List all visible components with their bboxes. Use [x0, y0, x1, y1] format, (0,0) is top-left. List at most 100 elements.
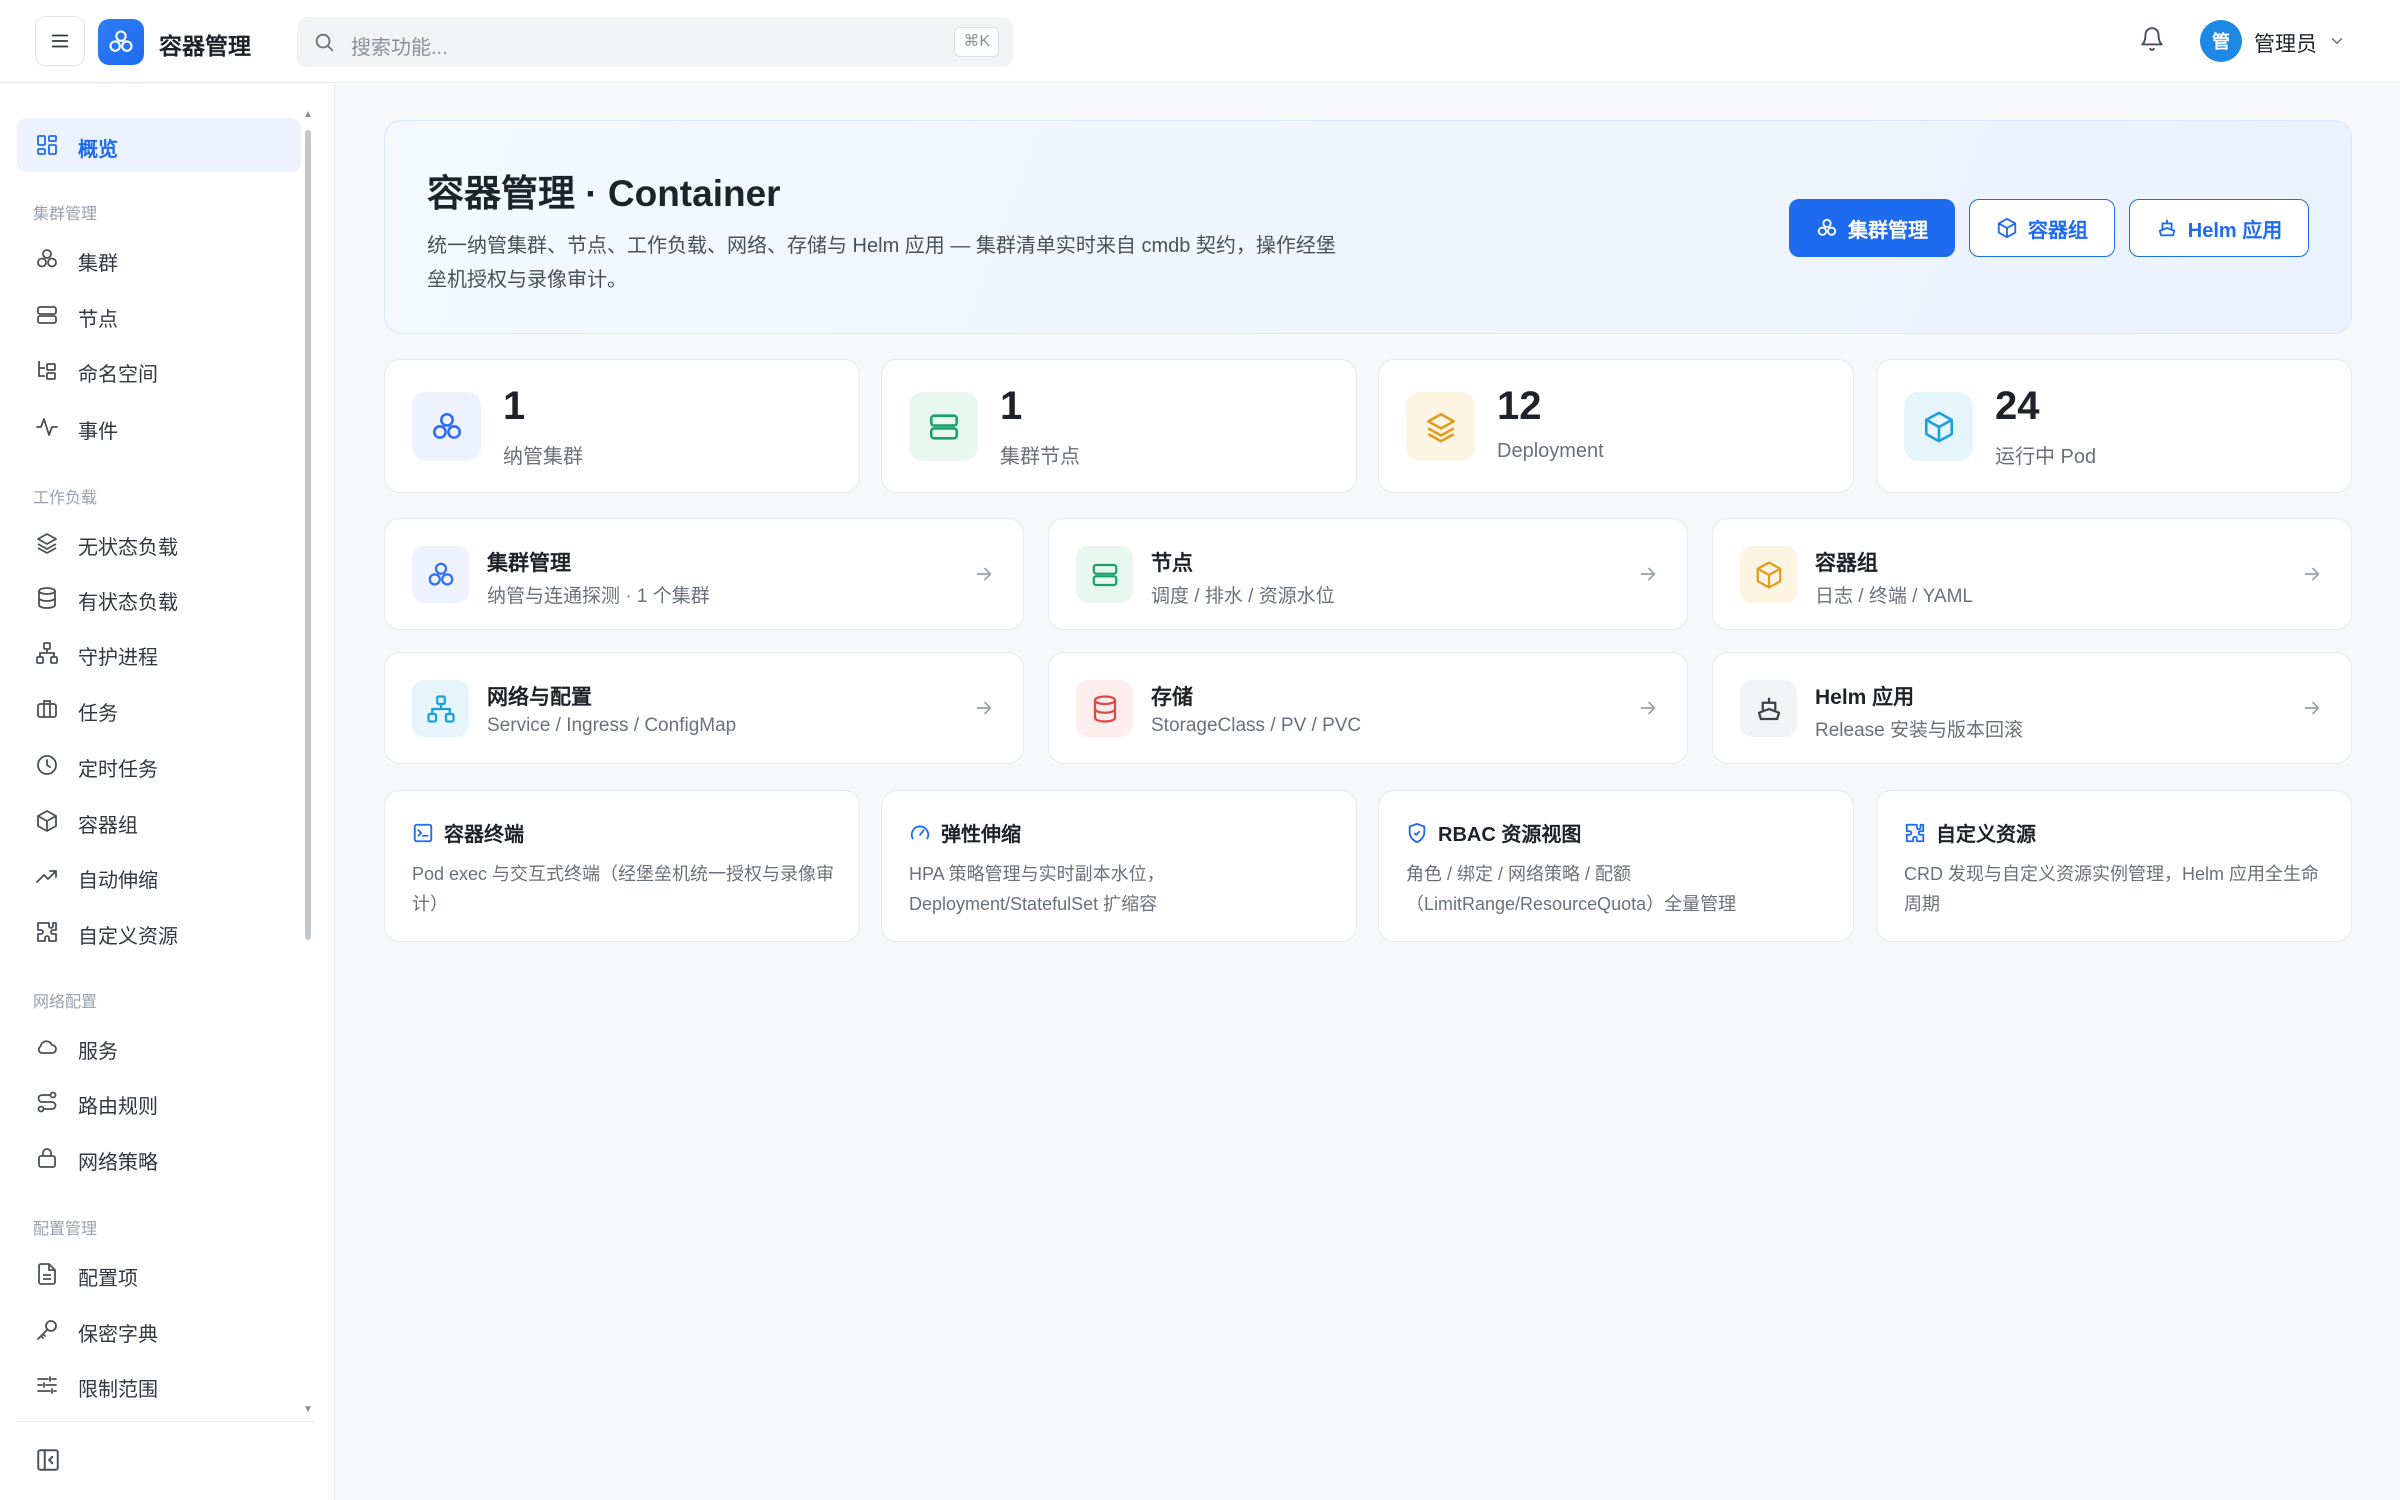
sidebar-item-secret[interactable]: 保密字典 [17, 1303, 301, 1357]
module-card-cluster[interactable]: 集群管理 纳管与连通探测 · 1 个集群 [384, 518, 1024, 630]
module-title: 容器组 [1815, 552, 1878, 575]
scroll-down-arrow[interactable]: ▼ [303, 1404, 313, 1415]
key-icon [37, 1320, 57, 1340]
stat-icon-box [1406, 392, 1475, 461]
sidebar-item-label: 定时任务 [78, 759, 158, 781]
page-title: 容器管理 · Container [427, 173, 781, 214]
sidebar-item-label: 限制范围 [78, 1379, 158, 1401]
sidebar-item-service[interactable]: 服务 [17, 1020, 301, 1074]
feature-card-rbac[interactable]: RBAC 资源视图 角色 / 绑定 / 网络策略 / 配额（LimitRange… [1378, 790, 1854, 942]
feature-card-crd[interactable]: 自定义资源 CRD 发现与自定义资源实例管理，Helm 应用全生命周期 [1876, 790, 2352, 942]
sidebar-item-overview[interactable]: 概览 [17, 118, 301, 172]
user-name[interactable]: 管理员 [2254, 28, 2317, 58]
sidebar-item-crd[interactable]: 自定义资源 [17, 905, 301, 959]
shield-check-icon [1408, 822, 1426, 843]
sidebar-collapse-icon[interactable] [35, 1447, 61, 1473]
sidebar-item-limitrange[interactable]: 限制范围 [17, 1358, 301, 1412]
feature-description: HPA 策略管理与实时副本水位，Deployment/StatefulSet 扩… [909, 864, 1165, 914]
module-subtitle: StorageClass / PV / PVC [1151, 715, 1362, 736]
module-title: 网络与配置 [487, 686, 592, 709]
feature-header: 容器终端 [412, 818, 524, 847]
bell-icon[interactable] [2139, 26, 2165, 52]
sidebar-item-pod[interactable]: 容器组 [17, 794, 301, 848]
sidebar-item-label: 事件 [78, 421, 118, 443]
server-icon [37, 306, 57, 324]
sidebar-item-label: 网络策略 [78, 1152, 158, 1174]
database-icon [38, 587, 56, 609]
sidebar-item-configmap[interactable]: 配置项 [17, 1247, 301, 1301]
feature-title: 弹性伸缩 [941, 824, 1021, 846]
sidebar-item-cronjob[interactable]: 定时任务 [17, 738, 301, 792]
module-card-node[interactable]: 节点 调度 / 排水 / 资源水位 [1048, 518, 1688, 630]
module-card-pod[interactable]: 容器组 日志 / 终端 / YAML [1712, 518, 2352, 630]
folder-tree-icon [38, 361, 56, 380]
sidebar-item-cluster[interactable]: 集群 [17, 232, 301, 286]
sidebar-item-hpa[interactable]: 自动伸缩 [17, 849, 301, 903]
helm-app-button[interactable]: Helm 应用 [2129, 199, 2309, 257]
sidebar-item-label: 集群 [78, 253, 118, 275]
arrow-right-icon [2304, 701, 2320, 715]
sidebar-item-daemonset[interactable]: 守护进程 [17, 626, 301, 680]
sidebar-item-statefulset[interactable]: 有状态负载 [17, 571, 301, 625]
cluster-icon [1817, 218, 1837, 236]
feature-header: 自定义资源 [1904, 818, 2036, 847]
module-subtitle: 纳管与连通探测 · 1 个集群 [487, 586, 710, 607]
feature-title: RBAC 资源视图 [1438, 824, 1582, 846]
module-card-network[interactable]: 网络与配置 Service / Ingress / ConfigMap [384, 652, 1024, 764]
module-subtitle: 日志 / 终端 / YAML [1815, 586, 1974, 607]
module-card-storage[interactable]: 存储 StorageClass / PV / PVC [1048, 652, 1688, 764]
page-description: 统一纳管集群、节点、工作负载、网络、存储与 Helm 应用 — 集群清单实时来自… [427, 235, 1336, 291]
module-subtitle: Service / Ingress / ConfigMap [487, 715, 737, 736]
cluster-logo-icon [109, 30, 133, 52]
stat-card-clusters[interactable]: 1 纳管集群 [384, 359, 860, 493]
stat-value: 12 [1497, 384, 1542, 428]
layers-icon [1426, 412, 1455, 442]
sidebar-scrollbar[interactable] [305, 130, 311, 940]
hamburger-icon [51, 34, 69, 48]
stat-value: 1 [1000, 384, 1023, 428]
sidebar-item-job[interactable]: 任务 [17, 682, 301, 736]
feature-card-terminal[interactable]: 容器终端 Pod exec 与交互式终端（经堡垒机统一授权与录像审计） [384, 790, 860, 942]
stat-icon-box [412, 392, 481, 461]
menu-toggle-button[interactable] [35, 16, 85, 66]
module-icon-box [1076, 546, 1133, 603]
dashboard-icon [37, 135, 57, 155]
server-icon [929, 413, 958, 440]
stat-card-deployments[interactable]: 12 Deployment [1378, 359, 1854, 493]
terminal-icon [413, 823, 433, 842]
sidebar-item-ingress[interactable]: 路由规则 [17, 1075, 301, 1129]
stat-card-pods[interactable]: 24 运行中 Pod [1876, 359, 2352, 493]
sidebar-item-event[interactable]: 事件 [17, 400, 301, 454]
avatar[interactable]: 管 [2200, 20, 2242, 62]
sidebar-item-namespace[interactable]: 命名空间 [17, 343, 301, 397]
trending-up-icon [36, 870, 57, 883]
server-icon [1092, 563, 1117, 586]
chevron-down-icon[interactable] [2328, 32, 2346, 50]
sidebar-divider [17, 1421, 315, 1422]
feature-card-autoscale[interactable]: 弹性伸缩 HPA 策略管理与实时副本水位，Deployment/Stateful… [881, 790, 1357, 942]
arrow-right-icon [1640, 701, 1656, 715]
stat-card-nodes[interactable]: 1 集群节点 [881, 359, 1357, 493]
feature-header: RBAC 资源视图 [1406, 818, 1581, 847]
sidebar-item-label: 任务 [78, 703, 118, 725]
network-icon [36, 642, 58, 664]
pod-button[interactable]: 容器组 [1969, 199, 2115, 257]
button-label: 集群管理 [1848, 219, 1928, 242]
module-card-helm[interactable]: Helm 应用 Release 安装与版本回滚 [1712, 652, 2352, 764]
arrow-right-icon [976, 701, 992, 715]
button-label: Helm 应用 [2187, 219, 2283, 242]
stat-label: 纳管集群 [503, 446, 583, 468]
cluster-management-button[interactable]: 集群管理 [1789, 199, 1955, 257]
box-icon [1997, 217, 2017, 239]
search-box[interactable]: 搜索功能... ⌘K [297, 17, 1013, 67]
briefcase-icon [37, 700, 57, 718]
sidebar-item-netpolicy[interactable]: 网络策略 [17, 1131, 301, 1185]
sidebar-item-node[interactable]: 节点 [17, 288, 301, 342]
sidebar-item-deployment[interactable]: 无状态负载 [17, 516, 301, 570]
app-logo[interactable] [98, 19, 144, 65]
scroll-up-arrow[interactable]: ▲ [303, 109, 313, 120]
cluster-icon [432, 412, 461, 439]
module-title: 存储 [1151, 686, 1193, 709]
ship-icon [1757, 697, 1780, 720]
sidebar-item-label: 概览 [78, 139, 118, 161]
